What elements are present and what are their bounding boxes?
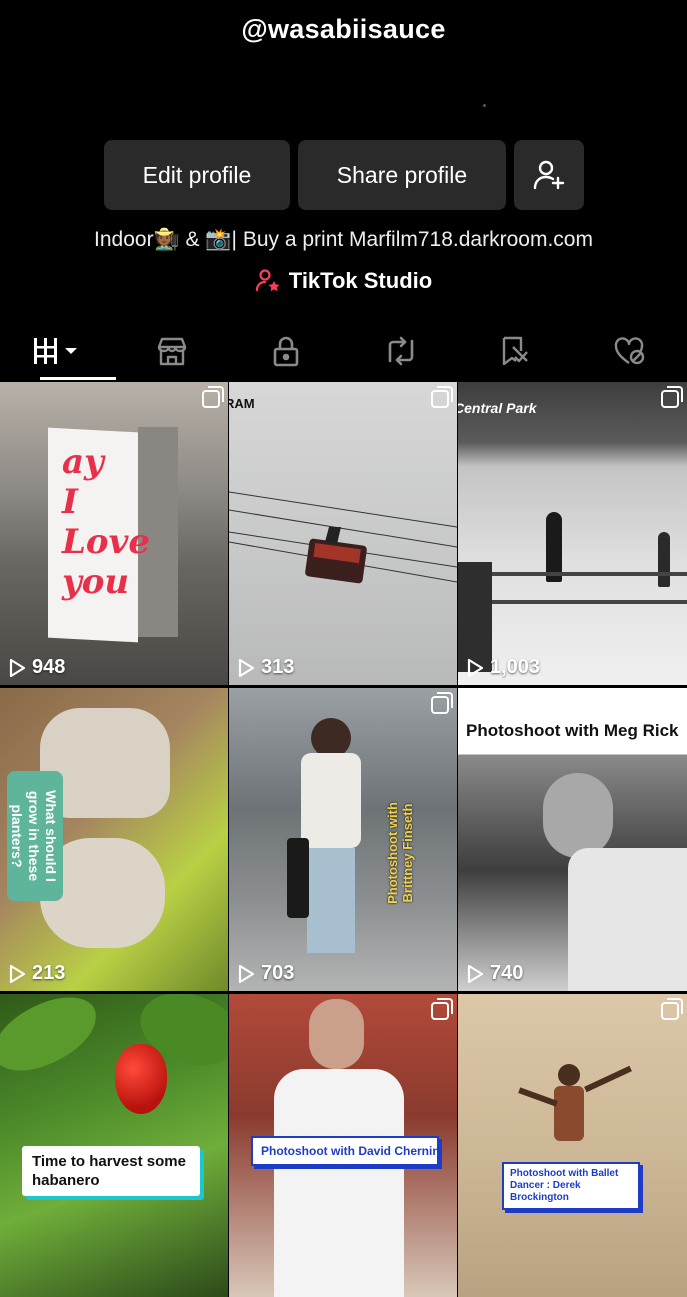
- multi-photo-icon: [431, 1002, 449, 1020]
- video-thumbnail[interactable]: Photoshoot with David Chernin: [229, 994, 457, 1297]
- studio-icon: [255, 268, 281, 294]
- tab-private[interactable]: [229, 322, 344, 380]
- portrait-face: [543, 773, 613, 858]
- thumbnail-overlay-text: RAM: [229, 396, 255, 411]
- view-count: 213: [8, 962, 65, 985]
- railing: [488, 572, 687, 576]
- video-thumbnail[interactable]: Photoshoot with Brittney Finseth 703: [229, 688, 457, 991]
- leaf: [0, 994, 107, 1081]
- repost-icon: [384, 335, 418, 367]
- thumbnail-overlay-text: Central Park: [458, 400, 536, 416]
- thumbnail-overlay-text: Time to harvest some habanero: [22, 1146, 200, 1196]
- shop-icon: [156, 335, 188, 367]
- studio-label: TikTok Studio: [289, 268, 432, 294]
- thumbnail-overlay-text: Photoshoot with Brittney Finseth: [385, 788, 415, 918]
- play-icon: [466, 964, 484, 984]
- video-thumbnail[interactable]: Photoshoot with Ballet Dancer : Derek Br…: [458, 994, 687, 1297]
- thumbnail-overlay-text: Photoshoot with Ballet Dancer : Derek Br…: [502, 1162, 640, 1210]
- model-figure: [311, 718, 351, 758]
- view-count: 740: [466, 962, 523, 985]
- model-figure: [301, 753, 361, 848]
- profile-username: @wasabiisauce: [0, 14, 687, 45]
- add-friend-button[interactable]: [514, 140, 584, 210]
- edit-profile-button[interactable]: Edit profile: [104, 140, 290, 210]
- profile-bio: Indoor🧑🏾‍🌾 & 📸| Buy a print Marfilm718.d…: [0, 228, 687, 252]
- thumbnail-overlay-text: Photoshoot with Meg Rick: [466, 721, 687, 741]
- dancer-figure: [584, 1066, 632, 1093]
- view-count: 1,003: [466, 656, 540, 679]
- view-count: 703: [237, 962, 294, 985]
- liked-icon: [613, 335, 647, 367]
- favorites-icon: [499, 335, 531, 367]
- model-figure: [287, 838, 309, 918]
- tab-videos[interactable]: [0, 322, 115, 380]
- tab-shop[interactable]: [115, 322, 230, 380]
- play-icon: [8, 964, 26, 984]
- habanero-pepper: [115, 1044, 167, 1114]
- person-silhouette: [658, 532, 670, 587]
- dancer-figure: [518, 1087, 558, 1106]
- videos-grid-icon: [30, 336, 84, 366]
- multi-photo-icon: [431, 696, 449, 714]
- thumbnail-overlay-text: Photoshoot with David Chernin: [251, 1136, 439, 1166]
- view-count: 313: [237, 656, 294, 679]
- model-figure: [307, 848, 355, 953]
- tiktok-studio-link[interactable]: TikTok Studio: [0, 268, 687, 294]
- portrait-body: [568, 848, 687, 991]
- multi-photo-icon: [661, 1002, 679, 1020]
- share-profile-button[interactable]: Share profile: [298, 140, 506, 210]
- tab-reposts[interactable]: [344, 322, 459, 380]
- multi-photo-icon: [431, 390, 449, 408]
- profile-tabs: [0, 322, 687, 380]
- play-icon: [237, 964, 255, 984]
- dancer-figure: [558, 1064, 580, 1086]
- video-thumbnail[interactable]: Photoshoot with Meg Rick 740: [458, 688, 687, 991]
- video-grid: ay I Love you 948 RAM 313 Centra: [0, 382, 687, 1297]
- add-person-icon: [532, 158, 566, 192]
- railing: [488, 600, 687, 604]
- video-thumbnail[interactable]: Central Park 1,003: [458, 382, 687, 685]
- model-figure: [309, 999, 364, 1069]
- lock-icon: [271, 335, 301, 367]
- profile-actions: Edit profile Share profile: [104, 140, 584, 210]
- multi-photo-icon: [202, 390, 220, 408]
- tab-favorites[interactable]: [458, 322, 573, 380]
- video-thumbnail[interactable]: Time to harvest some habanero: [0, 994, 228, 1297]
- thumbnail-overlay-text: ay I Love you: [62, 442, 132, 602]
- video-thumbnail[interactable]: ay I Love you 948: [0, 382, 228, 685]
- video-thumbnail[interactable]: What should I grow in these planters? 21…: [0, 688, 228, 991]
- video-thumbnail[interactable]: RAM 313: [229, 382, 457, 685]
- model-figure: [274, 1069, 404, 1297]
- dancer-figure: [554, 1086, 584, 1141]
- cable-lines: [229, 382, 457, 685]
- tab-liked[interactable]: [573, 322, 687, 380]
- play-icon: [466, 658, 484, 678]
- play-icon: [8, 658, 26, 678]
- thumbnail-overlay-text: What should I grow in these planters?: [7, 771, 63, 901]
- view-count: 948: [8, 656, 65, 679]
- play-icon: [237, 658, 255, 678]
- multi-photo-icon: [661, 390, 679, 408]
- decorative-dot: [483, 104, 486, 107]
